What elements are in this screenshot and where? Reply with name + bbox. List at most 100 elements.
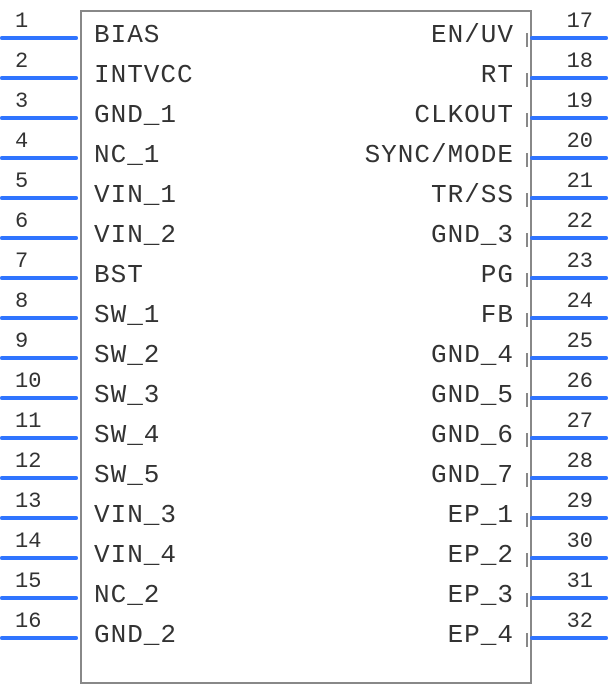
pin-tick	[80, 113, 82, 127]
pin-lead: 5	[0, 170, 80, 210]
pin-tick	[80, 193, 82, 207]
pin-label: SW_2	[94, 340, 160, 370]
pin-lead: 12	[0, 450, 80, 490]
pin-row: 1 BIAS	[0, 10, 300, 50]
pin-wire	[0, 196, 78, 200]
pin-wire	[0, 236, 78, 240]
pin-number: 24	[543, 289, 593, 314]
pin-row: 7BST	[0, 250, 300, 290]
pin-lead: 22	[528, 210, 608, 250]
pin-label: VIN_1	[94, 180, 177, 210]
pin-label: EP_2	[448, 540, 514, 570]
pin-tick	[80, 393, 82, 407]
pin-wire	[0, 156, 78, 160]
pin-label: GND_3	[431, 220, 514, 250]
pin-row: 23PG	[308, 250, 608, 290]
pin-tick	[80, 593, 82, 607]
pin-wire	[0, 476, 78, 480]
pin-number: 21	[543, 169, 593, 194]
pin-label: GND_7	[431, 460, 514, 490]
pin-wire	[0, 516, 78, 520]
pin-tick	[526, 393, 528, 407]
pin-row: 17 EN/UV	[308, 10, 608, 50]
pin-wire	[530, 36, 608, 40]
pin-number: 22	[543, 209, 593, 234]
pin-lead: 3	[0, 90, 80, 130]
pin-lead: 26	[528, 370, 608, 410]
pin-label: SW_3	[94, 380, 160, 410]
pin-wire	[0, 396, 78, 400]
pin-tick	[526, 473, 528, 487]
pin-number: 9	[15, 329, 65, 354]
pin-row: 24 FB	[308, 290, 608, 330]
pin-wire	[530, 396, 608, 400]
pin-label: EP_1	[448, 500, 514, 530]
pin-number: 7	[15, 249, 65, 274]
pin-lead: 1	[0, 10, 80, 50]
pin-lead: 19	[528, 90, 608, 130]
pin-row: 30EP_2	[308, 530, 608, 570]
pin-lead: 24	[528, 290, 608, 330]
pin-tick	[526, 153, 528, 167]
pin-wire	[530, 436, 608, 440]
pin-number: 1	[15, 9, 65, 34]
pin-wire	[0, 276, 78, 280]
pin-tick	[80, 33, 82, 47]
pin-lead: 15	[0, 570, 80, 610]
pin-number: 11	[15, 409, 65, 434]
pin-lead: 32	[528, 610, 608, 650]
pin-label: SYNC/MODE	[365, 140, 514, 170]
pin-row: 21 TR/SS	[308, 170, 608, 210]
pin-lead: 2	[0, 50, 80, 90]
pin-tick	[80, 553, 82, 567]
pin-wire	[0, 596, 78, 600]
pin-label: EP_3	[448, 580, 514, 610]
pin-number: 27	[543, 409, 593, 434]
pin-row: 25GND_4	[308, 330, 608, 370]
pin-label: EN/UV	[431, 20, 514, 50]
pin-tick	[526, 433, 528, 447]
pin-row: 13VIN_3	[0, 490, 300, 530]
pin-lead: 7	[0, 250, 80, 290]
pin-row: 11SW_4	[0, 410, 300, 450]
pin-tick	[526, 33, 528, 47]
pin-number: 13	[15, 489, 65, 514]
pin-label: SW_1	[94, 300, 160, 330]
pin-label: CLKOUT	[414, 100, 514, 130]
pin-number: 16	[15, 609, 65, 634]
pin-number: 17	[543, 9, 593, 34]
pin-label: GND_4	[431, 340, 514, 370]
pin-lead: 9	[0, 330, 80, 370]
pin-lead: 20	[528, 130, 608, 170]
pin-number: 31	[543, 569, 593, 594]
pin-label: BIAS	[94, 20, 160, 50]
pin-tick	[526, 633, 528, 647]
pin-wire	[530, 556, 608, 560]
pin-number: 15	[15, 569, 65, 594]
pin-label: GND_2	[94, 620, 177, 650]
pin-row: 28GND_7	[308, 450, 608, 490]
pin-number: 20	[543, 129, 593, 154]
pin-wire	[0, 36, 78, 40]
pin-number: 23	[543, 249, 593, 274]
pin-label: FB	[481, 300, 514, 330]
pin-row: 18RT	[308, 50, 608, 90]
pin-label: GND_5	[431, 380, 514, 410]
pin-row: 10SW_3	[0, 370, 300, 410]
pin-wire	[530, 356, 608, 360]
pin-wire	[0, 76, 78, 80]
pin-wire	[530, 516, 608, 520]
pin-wire	[530, 636, 608, 640]
ic-pinout-diagram: 1BIAS2INTVCC3GND_14NC_15VIN_16VIN_27BST8…	[0, 0, 608, 692]
pin-wire	[0, 116, 78, 120]
pin-lead: 29	[528, 490, 608, 530]
pin-tick	[80, 513, 82, 527]
pin-label: TR/SS	[431, 180, 514, 210]
pin-tick	[526, 593, 528, 607]
pin-wire	[530, 116, 608, 120]
pin-lead: 17	[528, 10, 608, 50]
pin-tick	[526, 353, 528, 367]
pin-label: VIN_4	[94, 540, 177, 570]
pin-label: INTVCC	[94, 60, 194, 90]
pin-lead: 8	[0, 290, 80, 330]
